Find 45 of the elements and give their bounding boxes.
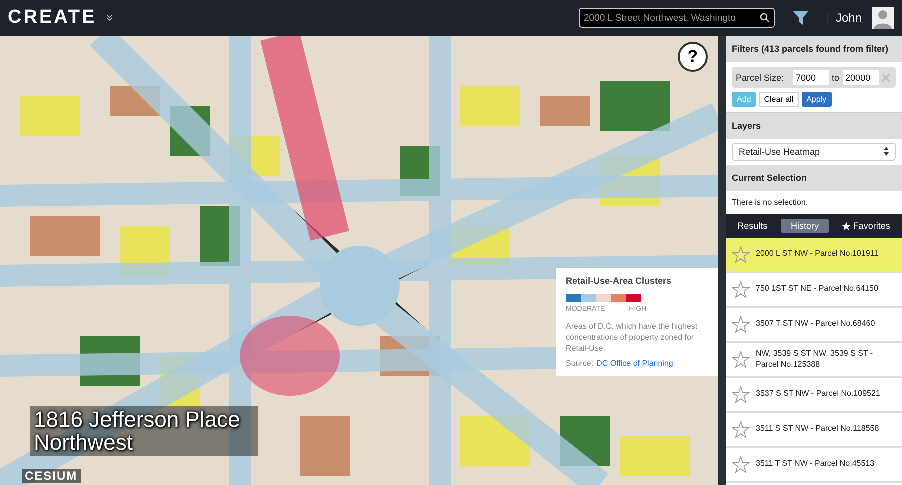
search-icon (760, 13, 770, 23)
history-item[interactable]: 3511 S ST NW - Parcel No.118558 (726, 413, 902, 448)
avatar-icon[interactable] (872, 7, 894, 29)
filter-button[interactable]: Apply (802, 92, 832, 107)
history-item[interactable]: 2000 L ST NW - Parcel No.101911 (726, 238, 902, 273)
filter-icon[interactable] (792, 11, 809, 25)
star-icon[interactable] (732, 386, 750, 404)
place-label: 1816 Jefferson Place Northwest (30, 406, 258, 456)
to-label: to (832, 72, 840, 82)
section-header[interactable]: Filters (413 parcels found from filter) (726, 36, 902, 62)
legend-title: Retail-Use-Area Clusters (566, 276, 673, 286)
star-icon[interactable] (732, 456, 750, 474)
history-item[interactable]: NW, 3539 S ST NW, 3539 S ST - Parcel No.125388 (726, 343, 902, 378)
filter-label: Parcel Size: (736, 72, 784, 82)
star-icon[interactable] (732, 280, 750, 298)
user-name[interactable]: John (826, 11, 862, 25)
history-item[interactable]: 3507 T ST NW - Parcel No.68460 (726, 308, 902, 343)
min-input[interactable]: 7000 (793, 70, 830, 85)
section-header: Layers (726, 113, 902, 139)
close-icon[interactable] (882, 74, 890, 82)
tab[interactable]: Results (728, 219, 778, 233)
history-item[interactable]: 3511 T ST NW - Parcel No.45513 (726, 448, 902, 483)
attribution-logo: CESIUM (22, 469, 81, 483)
tab[interactable]: History (780, 219, 829, 233)
source-label: Source: (566, 358, 594, 368)
star-icon[interactable] (732, 420, 750, 438)
filter-button[interactable]: Clear all (759, 92, 799, 107)
layer-select[interactable]: Retail-Use Heatmap (732, 143, 896, 161)
star-icon[interactable] (732, 246, 750, 264)
source-link[interactable]: DC Office of Planning (596, 358, 674, 368)
history-item[interactable]: 3537 S ST NW - Parcel No.109521 (726, 378, 902, 413)
app-logo[interactable]: CREATE (8, 7, 97, 29)
tab[interactable]: Favorites (832, 219, 900, 233)
selection-text: There is no selection. (731, 197, 810, 209)
menu-toggle[interactable]: » (103, 14, 118, 22)
max-input[interactable]: 20000 (842, 70, 879, 85)
legend-description: Areas of D.C. which have the highest concentrations of property zoned for Retail-Use. (566, 321, 699, 355)
star-icon[interactable] (732, 316, 750, 334)
section-header: Current Selection (726, 165, 902, 191)
star-icon[interactable] (732, 350, 750, 368)
search-field[interactable]: 2000 L Street Northwest, Washingto (578, 8, 775, 28)
map-drawing[interactable] (0, 36, 718, 485)
select-arrows-icon (884, 147, 889, 156)
scrollbar[interactable] (718, 36, 726, 485)
history-item[interactable]: 750 1ST ST NE - Parcel No.64150 (726, 273, 902, 308)
